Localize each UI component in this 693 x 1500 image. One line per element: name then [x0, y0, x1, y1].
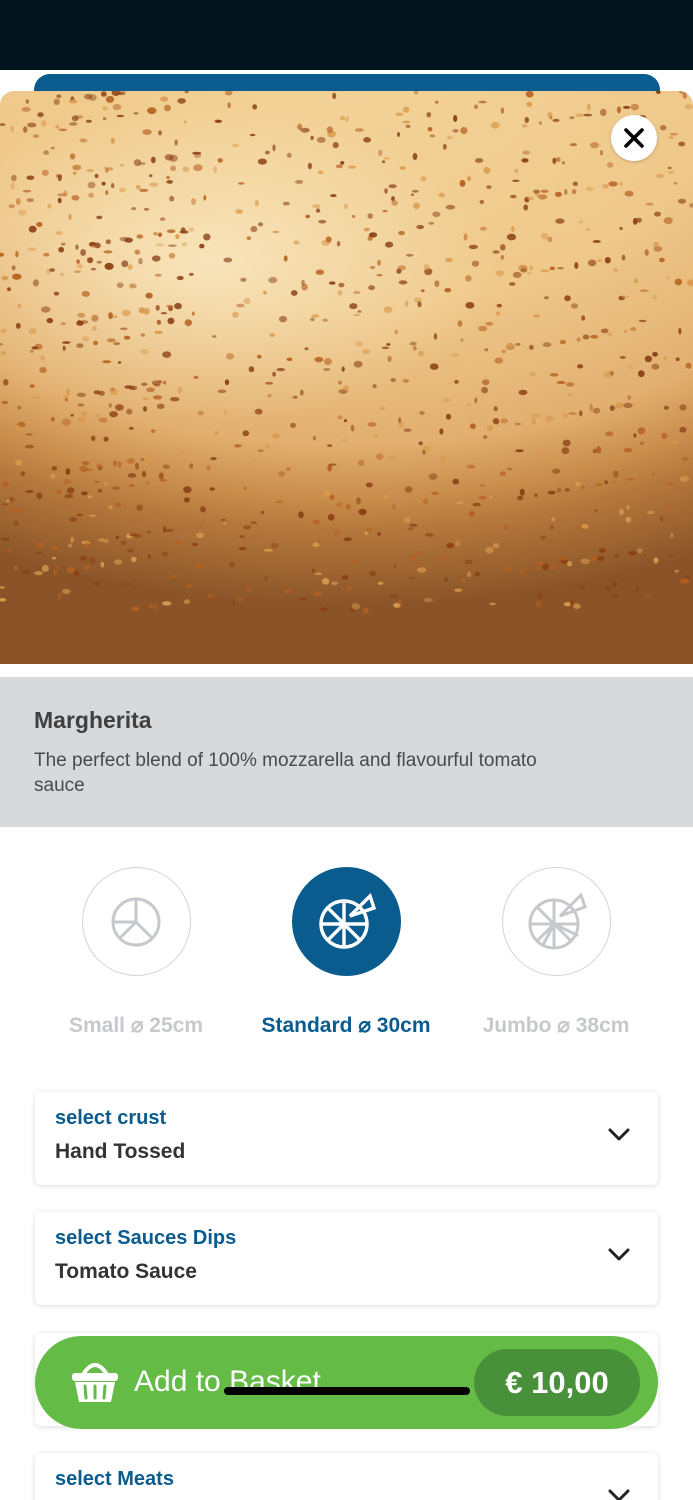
size-option-standard[interactable]: Standard ⌀ 30cm — [246, 867, 446, 1038]
pizza-standard-icon — [319, 892, 376, 949]
crust-select-label: select crust — [55, 1107, 167, 1129]
home-indicator — [224, 1387, 470, 1395]
chevron-down-icon — [608, 1128, 630, 1141]
size-option-jumbo[interactable]: Jumbo ⌀ 38cm — [456, 867, 656, 1038]
size-label: Jumbo ⌀ 38cm — [482, 1014, 630, 1037]
sauce-select-value: Tomato Sauce — [55, 1260, 197, 1283]
cheese-texture — [0, 91, 693, 614]
close-button[interactable] — [611, 115, 657, 161]
sauce-select-label: select Sauces Dips — [55, 1227, 237, 1249]
product-info: Margherita The perfect blend of 100% moz… — [0, 677, 693, 827]
status-bar — [0, 0, 693, 70]
size-option-circle — [81, 867, 191, 976]
size-option-circle — [501, 867, 611, 976]
chevron-down-icon — [608, 1489, 630, 1500]
size-option-small[interactable]: Small ⌀ 25cm — [36, 867, 236, 1038]
crust-select-value: Hand Tossed — [55, 1140, 186, 1163]
chevron-down-icon — [608, 1248, 630, 1261]
pizza-jumbo-icon — [528, 891, 587, 949]
size-label: Small ⌀ 25cm — [68, 1014, 204, 1037]
product-description: The perfect blend of 100% mozzarella and… — [34, 750, 537, 796]
basket-price: € 10,00 — [474, 1349, 640, 1416]
pizza-image — [0, 91, 693, 664]
product-modal: Margherita The perfect blend of 100% moz… — [0, 91, 693, 1500]
crust-select[interactable]: select crust Hand Tossed — [35, 1092, 658, 1185]
size-label: Standard ⌀ 30cm — [261, 1014, 431, 1037]
pizza-small-icon — [111, 897, 161, 946]
close-icon — [624, 128, 644, 148]
add-to-basket-button[interactable]: Add to Basket € 10,00 — [35, 1336, 658, 1429]
size-selector: Small ⌀ 25cm Standard ⌀ 30cm Jumbo ⌀ 38c… — [0, 867, 693, 1047]
meats-select-label: select Meats — [55, 1468, 174, 1490]
meats-select[interactable]: select Meats — [35, 1453, 658, 1500]
basket-icon — [72, 1363, 118, 1402]
product-name: Margherita — [34, 707, 152, 733]
size-option-circle — [291, 867, 401, 976]
sauce-select[interactable]: select Sauces Dips Tomato Sauce — [35, 1212, 658, 1305]
